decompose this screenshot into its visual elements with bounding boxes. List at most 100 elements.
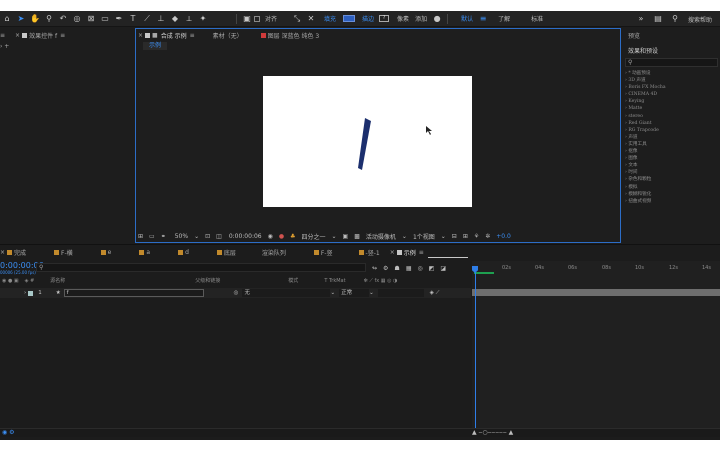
work-area-bar[interactable] — [474, 272, 494, 274]
monitor-icon[interactable]: ▭ — [149, 233, 155, 240]
snapping-icon[interactable]: ▣ — [242, 14, 252, 24]
close-icon[interactable]: × — [138, 32, 143, 39]
flowchart-icon[interactable]: ⚘ — [474, 233, 479, 240]
panel-menu-icon[interactable]: ≡ — [0, 32, 5, 39]
list-item[interactable]: › Keying — [625, 98, 717, 105]
snapshot-icon[interactable]: ◉ — [268, 233, 273, 240]
list-item[interactable]: › Red Giant — [625, 120, 717, 127]
blue-stroke-shape[interactable] — [358, 118, 371, 170]
roi-icon[interactable]: ▣ — [343, 233, 349, 240]
list-item[interactable]: › 抠像 — [625, 148, 717, 155]
table-row[interactable]: › 1 ★ f ◎ 无 ⌄ 正常 ⌄ ◈ ⟋ — [0, 288, 471, 298]
list-item[interactable]: › 声道 — [625, 134, 717, 141]
rotate-tool-icon[interactable]: ↶ — [58, 14, 68, 24]
list-item[interactable]: › 时间 — [625, 169, 717, 176]
layer-duration-bar[interactable] — [472, 289, 720, 296]
composition-tab[interactable]: 合成 示例 — [161, 31, 187, 40]
fill-label[interactable]: 填充 — [324, 14, 336, 23]
add-menu[interactable]: 添加 — [415, 14, 427, 23]
workspace-standard[interactable]: 标准 — [531, 14, 543, 23]
fill-color-swatch[interactable] — [343, 15, 356, 22]
list-item[interactable]: › * 动画预设 — [625, 70, 717, 77]
timeline-tab-active[interactable]: 示例 — [404, 248, 416, 257]
trkmat-select[interactable] — [377, 289, 424, 297]
list-item[interactable]: › RG Trapcode — [625, 127, 717, 134]
comp-subtab[interactable]: 示例 — [143, 42, 168, 50]
expand-arrow-icon[interactable]: › — [24, 290, 26, 296]
workspace-menu-icon[interactable]: ≡ — [478, 14, 488, 24]
viewer-timecode[interactable]: 0:00:00:06 — [229, 233, 262, 240]
draft-3d-icon[interactable]: ⚙ — [383, 265, 388, 272]
fast-preview-icon[interactable]: ⊞ — [463, 233, 468, 240]
exposure-value[interactable]: +0.0 — [496, 233, 511, 240]
chevron-down-icon[interactable]: ⌄ — [369, 290, 374, 296]
resolution-select[interactable]: 四分之一 — [302, 232, 326, 241]
current-time-indicator[interactable] — [475, 266, 476, 428]
expand-icon[interactable]: › + — [0, 43, 9, 50]
list-item[interactable]: › 实用工具 — [625, 141, 717, 148]
list-item[interactable]: › 杂色和颗粒 — [625, 176, 717, 183]
pickwhip-icon[interactable]: ◎ — [234, 290, 239, 296]
views-select[interactable]: 1个视图 — [413, 232, 435, 241]
chevron-down-icon[interactable]: ⌄ — [194, 233, 199, 240]
mode-select[interactable]: 正常 — [339, 289, 370, 297]
close-icon[interactable]: × — [390, 249, 395, 256]
timeline-tab[interactable]: F-竖 — [321, 248, 333, 257]
zoom-tool-icon[interactable]: ⚲ — [44, 14, 54, 24]
timeline-tab[interactable]: 渲染队列 — [262, 248, 286, 257]
brush-tool-icon[interactable]: ⟋ — [142, 14, 152, 24]
add-icon[interactable]: ● — [432, 14, 442, 24]
tab-menu-icon[interactable]: ≡ — [60, 32, 65, 39]
home-icon[interactable]: ⌂ — [2, 14, 12, 24]
effects-search-input[interactable]: ⚲ — [625, 58, 718, 67]
workspace-learn[interactable]: 了解 — [498, 14, 510, 23]
list-item[interactable]: › Matte — [625, 105, 717, 112]
frame-blending-icon[interactable]: ▦ — [406, 265, 412, 272]
pen-tool-icon[interactable]: ✒ — [114, 14, 124, 24]
list-item[interactable]: › stereo — [625, 113, 717, 120]
hand-tool-icon[interactable]: ✋ — [30, 14, 40, 24]
timeline-tab[interactable]: F-横 — [61, 248, 73, 257]
timeline-tab[interactable]: -竖-1 — [366, 248, 380, 257]
parent-select[interactable]: 无 — [242, 289, 331, 297]
preview-label[interactable]: 预览 — [628, 31, 640, 40]
column-trkmat[interactable]: T TrkMat — [324, 278, 345, 284]
timeline-search-input[interactable]: ⚲ — [36, 263, 366, 272]
render-icon[interactable]: ⊟ — [452, 233, 457, 240]
chevron-down-icon[interactable]: ⌄ — [330, 290, 335, 296]
column-mode[interactable]: 模式 — [288, 277, 298, 284]
show-snapshot-icon[interactable]: ● — [279, 233, 284, 240]
comp-mini-flowchart-icon[interactable]: ↬ — [372, 265, 377, 272]
composition-canvas[interactable] — [263, 76, 472, 207]
list-item[interactable]: › 图像 — [625, 155, 717, 162]
stroke-label[interactable]: 描边 — [362, 14, 374, 23]
layer-tab[interactable]: 图层 深蓝色 纯色 3 — [268, 31, 320, 40]
always-preview-icon[interactable]: ⊞ — [138, 233, 143, 240]
list-item[interactable]: › 扭曲式视频 — [625, 198, 717, 205]
list-item[interactable]: › 文本 — [625, 162, 717, 169]
puppet-tool-icon[interactable]: ✦ — [198, 14, 208, 24]
timeline-tab[interactable]: d — [185, 249, 189, 256]
motion-blur-icon[interactable]: ◎ — [417, 265, 422, 272]
effects-presets-title[interactable]: 效果和预设 — [628, 46, 658, 55]
column-source-name[interactable]: 源名称 — [50, 277, 65, 284]
camera-tool-icon[interactable]: ◎ — [72, 14, 82, 24]
rectangle-tool-icon[interactable]: ▭ — [100, 14, 110, 24]
list-item[interactable]: › Boris FX Mocha — [625, 84, 717, 91]
region-icon[interactable]: ◫ — [216, 233, 222, 240]
sync-icon[interactable]: ▤ — [653, 14, 663, 24]
type-tool-icon[interactable]: T — [128, 14, 138, 24]
layer-label-color[interactable] — [28, 290, 34, 296]
transparency-grid-icon[interactable]: ▩ — [354, 233, 360, 240]
list-item[interactable]: › CINEMA 4D — [625, 91, 717, 98]
chevron-down-icon[interactable]: ⌄ — [441, 233, 446, 240]
timeline-tab[interactable]: 完成 — [14, 248, 26, 257]
timeline-tab[interactable]: a — [146, 249, 150, 256]
zoom-value[interactable]: 50% — [175, 233, 188, 240]
pan-behind-tool-icon[interactable]: ⊠ — [86, 14, 96, 24]
eraser-tool-icon[interactable]: ◆ — [170, 14, 180, 24]
more-workspaces-icon[interactable]: » — [636, 14, 646, 24]
timeline-track-area[interactable] — [472, 261, 720, 434]
graph-icon[interactable]: ◪ — [440, 265, 446, 272]
reset-exposure-icon[interactable]: ✲ — [485, 233, 490, 240]
